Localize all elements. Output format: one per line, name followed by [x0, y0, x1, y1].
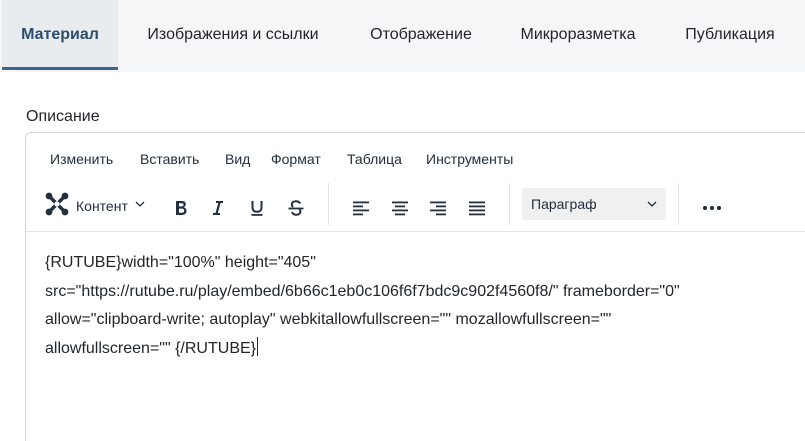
- chevron-down-icon: [646, 197, 658, 213]
- editor-content-area[interactable]: {RUTUBE}width="100%" height="405" src="h…: [26, 231, 805, 441]
- chevron-down-icon: [134, 197, 146, 215]
- italic-button[interactable]: [203, 185, 233, 231]
- strikethrough-icon: [287, 199, 305, 217]
- align-left-button[interactable]: [346, 185, 376, 231]
- italic-icon: [210, 199, 226, 217]
- toolbar-separator: [678, 183, 679, 225]
- toolbar-separator: [509, 183, 510, 225]
- content-dropdown[interactable]: Контент: [44, 190, 146, 222]
- tab-label: Изображения и ссылки: [147, 26, 319, 43]
- content-line: src="https://rutube.ru/play/embed/6b66c1…: [45, 282, 680, 300]
- menu-format[interactable]: Формат: [271, 151, 321, 167]
- editor-menubar: Изменить Вставить Вид Формат Таблица Инс…: [26, 133, 805, 185]
- content-line: allow="clipboard-write; autoplay" webkit…: [45, 311, 612, 329]
- tab-material[interactable]: Материал: [2, 0, 118, 70]
- menu-edit[interactable]: Изменить: [50, 151, 113, 167]
- align-center-button[interactable]: [385, 185, 415, 231]
- description-label: Описание: [26, 108, 100, 125]
- tab-bar: Материал Изображения и ссылки Отображени…: [0, 0, 805, 72]
- tab-images-links[interactable]: Изображения и ссылки: [118, 0, 348, 70]
- active-tab-indicator: [2, 67, 118, 70]
- toolbar-separator: [328, 183, 329, 225]
- rich-text-editor: Изменить Вставить Вид Формат Таблица Инс…: [25, 132, 805, 441]
- menu-table[interactable]: Таблица: [347, 151, 402, 167]
- content-line: allowfullscreen="" {/RUTUBE}: [45, 339, 256, 357]
- menu-tools[interactable]: Инструменты: [426, 151, 513, 167]
- align-center-icon: [391, 200, 409, 216]
- align-right-button[interactable]: [423, 185, 453, 231]
- more-icon: [702, 205, 722, 211]
- align-left-icon: [352, 200, 370, 216]
- content-line-last: allowfullscreen="" {/RUTUBE}: [45, 335, 765, 364]
- more-button[interactable]: [696, 185, 728, 231]
- tab-microdata[interactable]: Микроразметка: [494, 0, 662, 70]
- editor-content-text[interactable]: {RUTUBE}width="100%" height="405" src="h…: [45, 249, 765, 363]
- bold-button[interactable]: [166, 185, 196, 231]
- tab-label: Материал: [21, 26, 99, 43]
- content-line: {RUTUBE}width="100%" height="405": [45, 254, 316, 271]
- text-caret: [257, 336, 258, 356]
- underline-button[interactable]: [242, 185, 272, 231]
- align-justify-button[interactable]: [462, 185, 492, 231]
- align-justify-icon: [468, 200, 486, 216]
- tab-label: Микроразметка: [520, 26, 636, 43]
- menu-view[interactable]: Вид: [225, 151, 250, 167]
- bold-icon: [173, 199, 189, 217]
- joomla-icon: [44, 191, 70, 222]
- align-right-icon: [429, 200, 447, 216]
- content-dropdown-label: Контент: [76, 198, 128, 214]
- block-format-value: Параграф: [531, 196, 597, 212]
- strikethrough-button[interactable]: [281, 185, 311, 231]
- tab-label: Отображение: [370, 26, 472, 43]
- menu-insert[interactable]: Вставить: [140, 151, 199, 167]
- tab-label: Публикация: [685, 26, 775, 43]
- underline-icon: [249, 199, 265, 217]
- tab-publishing[interactable]: Публикация: [662, 0, 798, 70]
- tab-display[interactable]: Отображение: [348, 0, 494, 70]
- block-format-select[interactable]: Параграф: [522, 188, 666, 220]
